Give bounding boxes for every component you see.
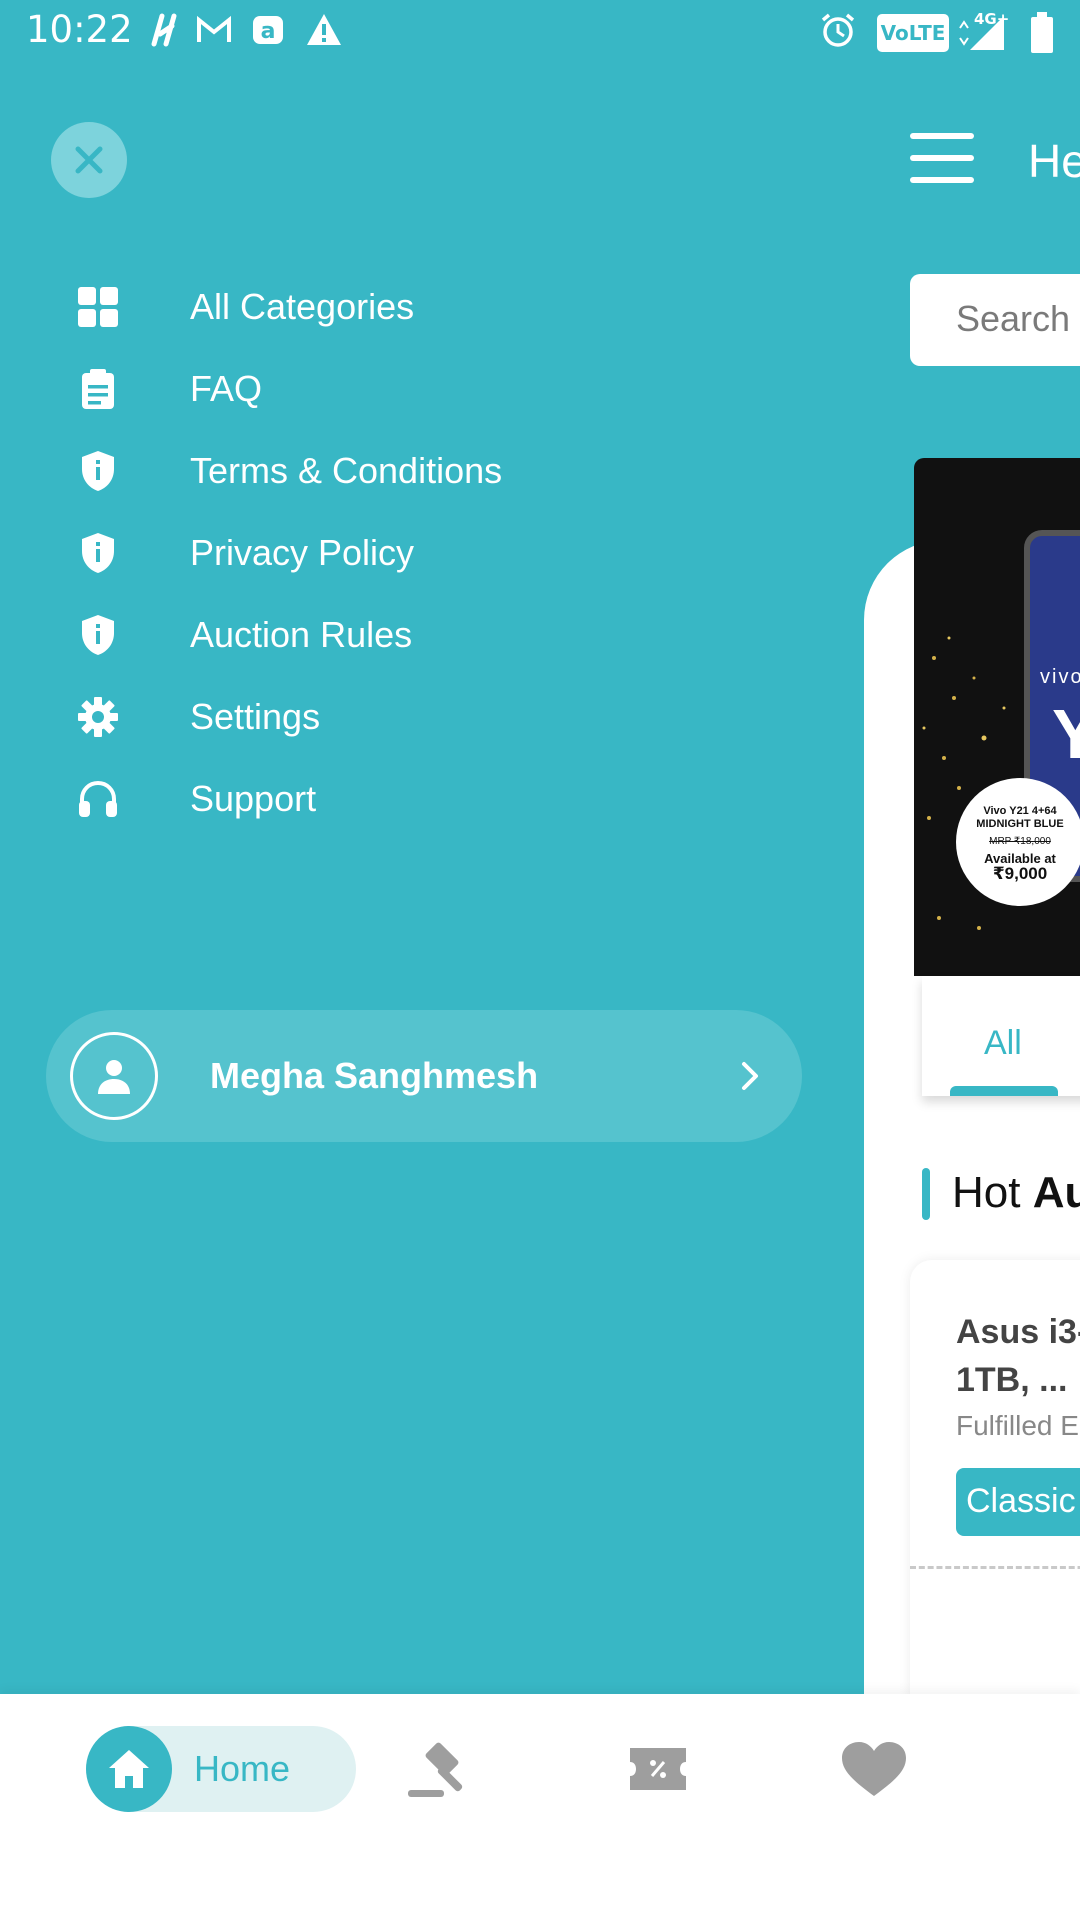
heart-icon <box>842 1742 906 1796</box>
menu-item-support[interactable]: Support <box>70 764 770 834</box>
badge-available: Available at <box>984 850 1056 866</box>
gavel-icon <box>408 1742 463 1797</box>
nav-home[interactable]: Home <box>86 1726 356 1812</box>
profile-row[interactable]: Megha Sanghmesh <box>46 1010 802 1142</box>
badge-color: MIDNIGHT BLUE <box>976 817 1064 830</box>
section-title-prefix: Hot <box>952 1168 1033 1217</box>
nav-wishlist[interactable] <box>838 1738 910 1800</box>
nav-auctions[interactable] <box>406 1738 478 1800</box>
close-icon <box>75 146 103 174</box>
section-title-bold: Au <box>1032 1168 1080 1217</box>
promo-banner[interactable]: vivo Y Vivo Y21 4+64 MIDNIGHT BLUE MRP ₹… <box>914 458 1080 976</box>
tab-all[interactable]: All <box>984 1024 1022 1063</box>
close-drawer-button[interactable] <box>51 122 127 198</box>
badge-mrp: MRP ₹18,000 <box>989 835 1051 847</box>
user-icon <box>98 1060 130 1094</box>
card-divider <box>910 1566 1080 1569</box>
badge-price: ₹9,000 <box>992 863 1048 883</box>
menu-item-label: All Categories <box>190 286 415 327</box>
grid-icon <box>70 279 126 335</box>
category-tabs: All <box>922 976 1080 1096</box>
hamburger-menu-icon[interactable] <box>910 133 974 185</box>
headphones-icon <box>70 771 126 827</box>
navigation-drawer: All Categories FAQ Terms & Conditions Pr… <box>0 64 864 1694</box>
alarm-icon <box>818 10 858 50</box>
tab-indicator <box>950 1086 1058 1096</box>
gear-icon <box>70 689 126 745</box>
warning-icon <box>304 10 344 50</box>
amazon-icon: a <box>248 10 288 50</box>
home-page-behind-drawer: He Search f vivo Y Vivo Y21 4+64 MIDNIGH… <box>864 0 1080 1694</box>
menu-item-label: Settings <box>190 696 321 737</box>
phone-brand: vivo <box>1040 666 1080 688</box>
clipboard-icon <box>70 361 126 417</box>
menu-item-label: FAQ <box>190 368 263 409</box>
product-subtitle: Fulfilled E <box>956 1410 1079 1441</box>
menu-item-privacy[interactable]: Privacy Policy <box>70 518 770 588</box>
auction-type-label: Classic <box>966 1482 1076 1520</box>
menu-item-auction-rules[interactable]: Auction Rules <box>70 600 770 670</box>
menu-item-label: Privacy Policy <box>190 532 415 573</box>
menu-item-faq[interactable]: FAQ <box>70 354 770 424</box>
product-name: Asus i3- 1TB, ... <box>956 1313 1080 1399</box>
price-badge: Vivo Y21 4+64 MIDNIGHT BLUE MRP ₹18,000 … <box>956 778 1080 906</box>
section-accent-bar <box>922 1168 930 1220</box>
avatar <box>70 1032 158 1120</box>
menu-item-label: Auction Rules <box>190 614 413 655</box>
product-card[interactable]: Asus i3- 1TB, ... Fulfilled E Classic <box>910 1260 1080 1694</box>
status-time: 10:22 <box>26 8 133 51</box>
menu-item-settings[interactable]: Settings <box>70 682 770 752</box>
shield-info-icon <box>70 443 126 499</box>
shield-info-icon <box>70 525 126 581</box>
chevron-right-icon <box>742 1062 758 1090</box>
phone-model: Y <box>1052 695 1080 773</box>
nav-home-label: Home <box>194 1748 291 1789</box>
app-n-icon <box>146 10 186 50</box>
menu-item-terms[interactable]: Terms & Conditions <box>70 436 770 506</box>
auction-type-badge: Classic <box>956 1468 1080 1536</box>
menu-item-all-categories[interactable]: All Categories <box>70 272 770 342</box>
menu-item-label: Support <box>190 778 317 819</box>
shield-info-icon <box>70 607 126 663</box>
search-placeholder: Search f <box>956 298 1080 339</box>
page-title: He <box>1028 135 1080 187</box>
ticket-icon <box>630 1748 686 1790</box>
home-icon-circle <box>86 1726 172 1812</box>
search-input[interactable]: Search f <box>910 274 1080 366</box>
gmail-icon <box>194 10 234 50</box>
bottom-navigation: Home <box>0 1694 1080 1920</box>
home-icon <box>109 1750 149 1788</box>
profile-name: Megha Sanghmesh <box>210 1055 539 1096</box>
badge-model: Vivo Y21 4+64 <box>983 804 1057 817</box>
nav-tickets[interactable] <box>622 1738 694 1800</box>
menu-item-label: Terms & Conditions <box>190 450 503 491</box>
svg-text:a: a <box>261 19 276 44</box>
section-title: Hot Au <box>952 1168 1080 1218</box>
